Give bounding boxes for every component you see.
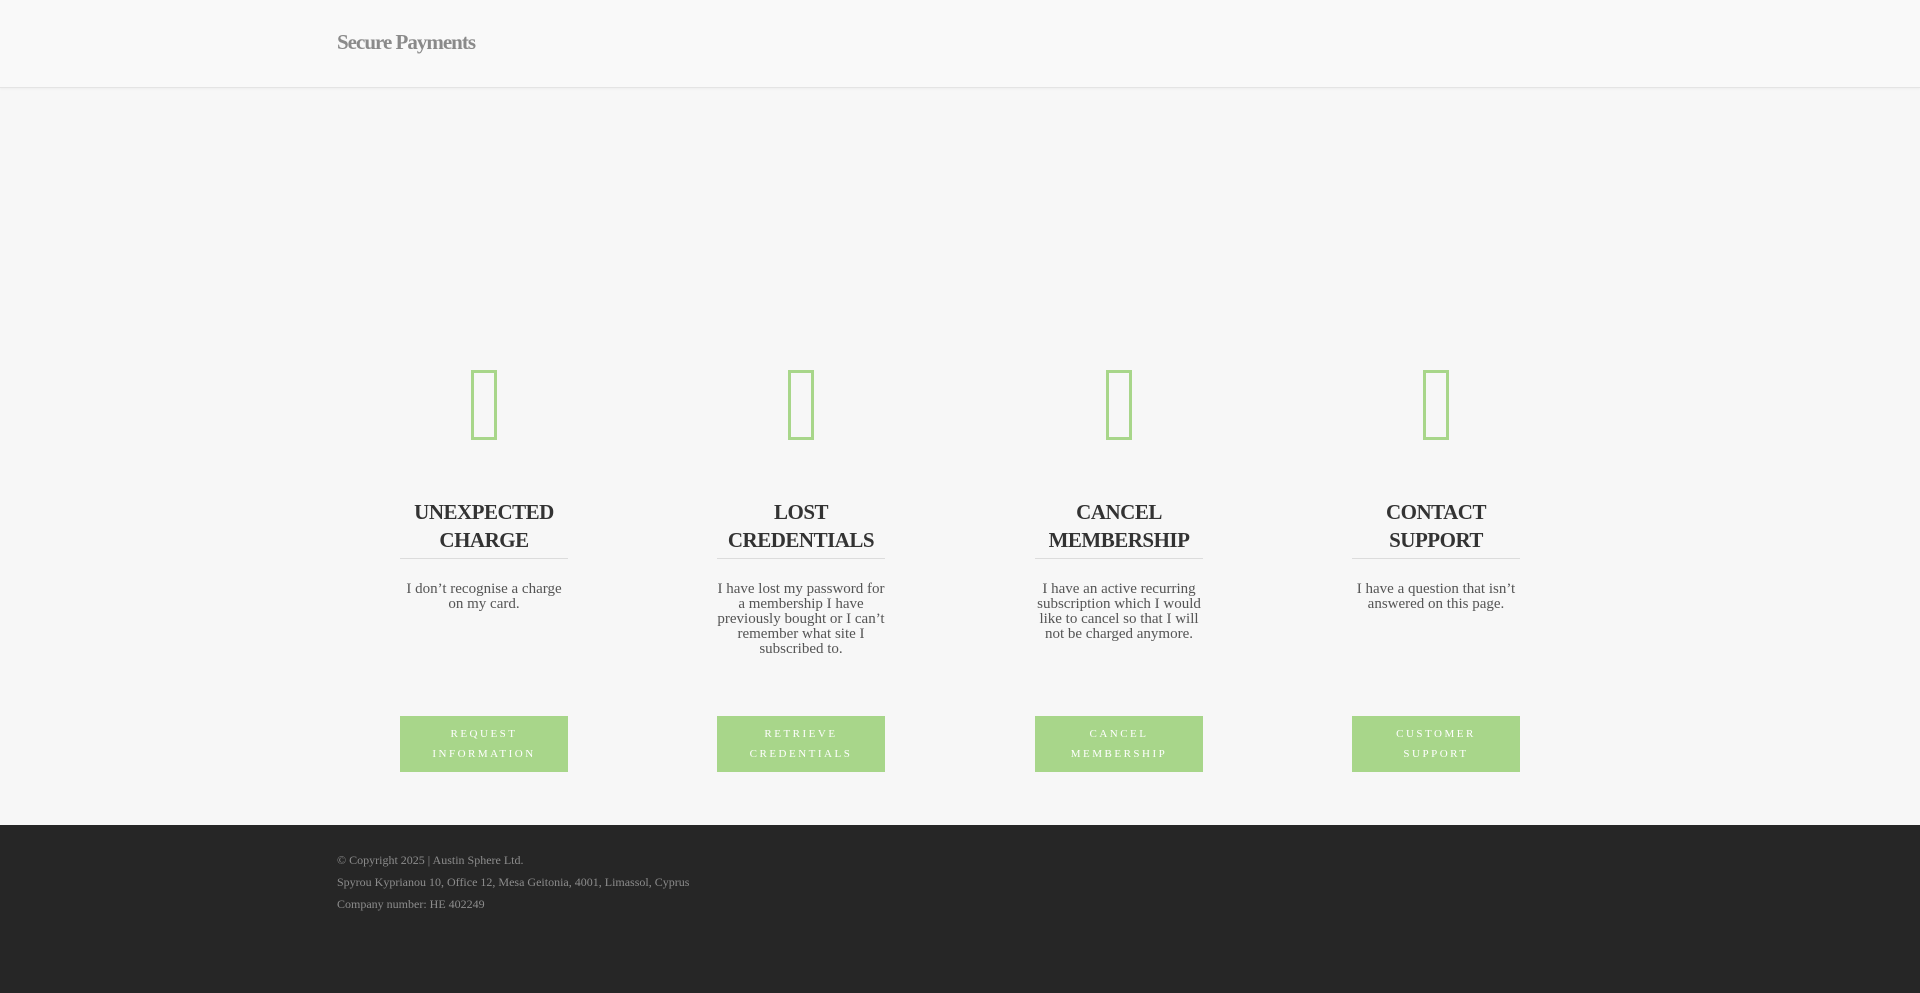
card-title-line: CREDENTIALS [727,528,875,552]
card-title-line: MEMBERSHIP [1048,528,1190,552]
button-label-line: CANCEL [1089,728,1149,740]
card-title-line: CANCEL [1076,500,1162,524]
company-address: Spyrou Kyprianou 10, Office 12, Mesa Gei… [337,875,690,889]
card-unexpected-charge: UNEXPECTED CHARGE I don’t recognise a ch… [400,360,568,773]
button-label-line: CREDENTIALS [749,748,853,760]
button-label-line: MEMBERSHIP [1070,748,1168,760]
divider [400,558,568,559]
card-contact-support: CONTACT SUPPORT I have a question that i… [1352,360,1520,773]
help-options: UNEXPECTED CHARGE I don’t recognise a ch… [0,0,1920,825]
divider [1352,558,1520,559]
divider [1035,558,1203,559]
card-title: CANCEL MEMBERSHIP [1025,498,1213,554]
cancel-icon [1035,370,1203,450]
card-title-line: UNEXPECTED [414,500,554,524]
key-icon [717,370,885,450]
card-title-line: SUPPORT [1389,528,1483,552]
card-title: UNEXPECTED CHARGE [390,498,578,554]
card-description: I don’t recognise a charge on my card. [406,581,562,612]
button-label-line: INFORMATION [432,748,536,760]
button-label-line: REQUEST [450,728,518,740]
card-description: I have a question that isn’t answered on… [1356,581,1516,612]
card-title: CONTACT SUPPORT [1342,498,1530,554]
support-icon [1352,370,1520,450]
footer-info: © Copyright 2025 | Austin Sphere Ltd. Sp… [337,849,689,915]
site-footer: © Copyright 2025 | Austin Sphere Ltd. Sp… [0,825,1920,993]
card-title-line: CONTACT [1386,500,1486,524]
button-label-line: SUPPORT [1403,748,1469,760]
card-lost-credentials: LOST CREDENTIALS I have lost my password… [717,360,885,773]
button-label-line: CUSTOMER [1396,728,1476,740]
copyright-text: © Copyright 2025 | Austin Sphere Ltd. [337,853,524,867]
card-title-line: CHARGE [439,528,529,552]
divider [717,558,885,559]
card-cancel-membership: CANCEL MEMBERSHIP I have an active recur… [1035,360,1203,773]
card-title-line: LOST [773,500,829,524]
cancel-membership-button[interactable]: CANCEL MEMBERSHIP [1035,716,1203,772]
company-number: Company number: HE 402249 [337,897,485,911]
card-title: LOST CREDENTIALS [707,498,895,554]
request-information-button[interactable]: REQUEST INFORMATION [400,716,568,772]
retrieve-credentials-button[interactable]: RETRIEVE CREDENTIALS [717,716,885,772]
card-description: I have an active recurring subscription … [1037,581,1201,642]
card-description: I have lost my password for a membership… [717,581,885,657]
button-label-line: RETRIEVE [764,728,838,740]
document-icon [400,370,568,450]
customer-support-button[interactable]: CUSTOMER SUPPORT [1352,716,1520,772]
